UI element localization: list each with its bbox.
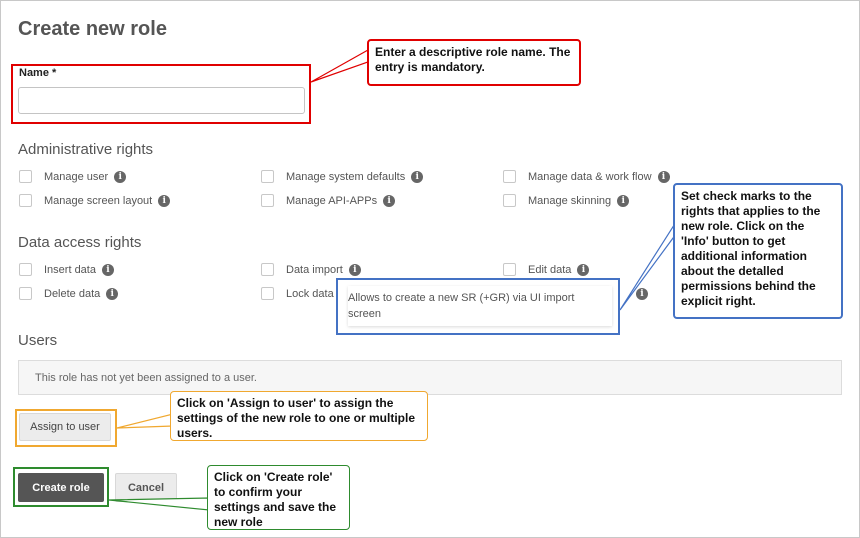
callout-pointer-red <box>310 48 369 83</box>
callout-assign: Click on 'Assign to user' to assign the … <box>170 391 428 441</box>
callout-pointer-green <box>108 497 210 511</box>
callout-create: Click on 'Create role' to confirm your s… <box>207 465 350 530</box>
callout-pointer-orange <box>116 413 174 429</box>
callout-rights: Set check marks to the rights that appli… <box>673 183 843 319</box>
callout-name: Enter a descriptive role name. The entry… <box>367 39 581 86</box>
callout-pointer-blue <box>619 219 677 311</box>
